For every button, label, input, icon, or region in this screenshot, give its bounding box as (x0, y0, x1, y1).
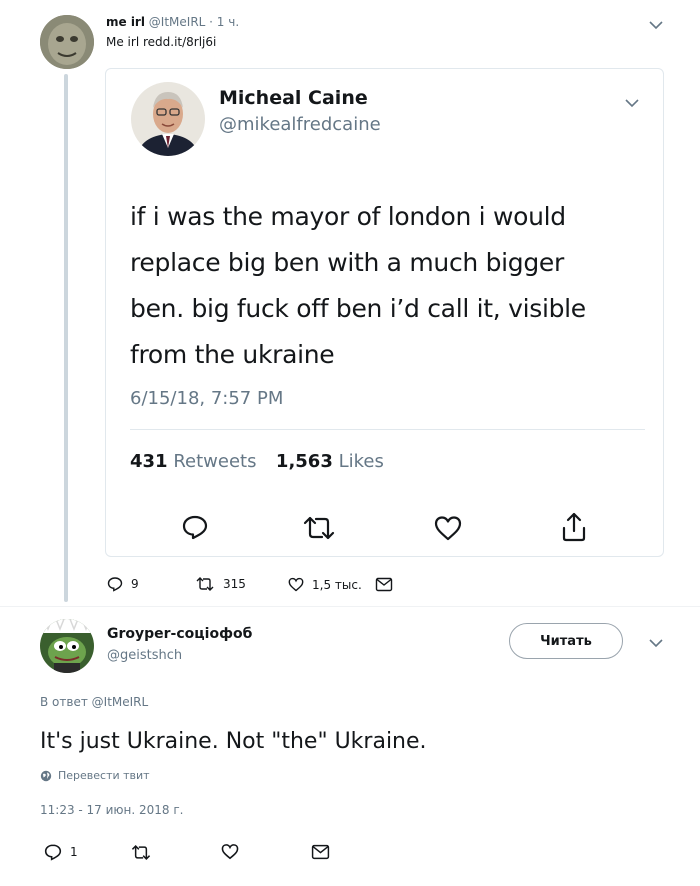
quoted-name[interactable]: Micheal Caine (219, 87, 368, 109)
tweet-separator (0, 606, 700, 607)
avatar-portrait-icon (131, 82, 205, 156)
avatar-me-irl[interactable] (40, 15, 94, 69)
reply-action[interactable]: 9 (107, 576, 139, 592)
quoted-text-line: ben. big fuck off ben i’d call it, visib… (130, 294, 586, 323)
chevron-down-icon[interactable] (648, 637, 664, 649)
tweet2-name[interactable]: Groyper-соціофоб (107, 626, 252, 642)
like-icon[interactable] (221, 843, 239, 860)
like-icon[interactable] (433, 514, 463, 542)
reply-to-handle[interactable]: @ItMeIRL (92, 695, 149, 709)
reply-to: В ответ @ItMeIRL (40, 695, 148, 709)
handle-time[interactable]: @ItMeIRL · 1 ч. (149, 15, 239, 29)
reply-to-prefix: В ответ (40, 695, 88, 709)
likes-label[interactable]: Likes (339, 451, 384, 472)
tweet2-handle[interactable]: @geistshch (107, 648, 182, 663)
tweet1-text: Me irl redd.it/8rlj6i (106, 35, 217, 49)
translate-label: Перевести твит (58, 769, 150, 782)
reply-icon (107, 577, 123, 592)
quoted-text-line: if i was the mayor of london i would (130, 202, 566, 231)
quoted-divider (130, 429, 645, 430)
tweet1-header: me irl @ItMeIRL · 1 ч. (106, 15, 239, 29)
quoted-stats: 431 Retweets 1,563 Likes (130, 451, 384, 472)
reply-icon[interactable] (181, 513, 209, 541)
avatar-frog-icon (40, 619, 94, 673)
reply-count: 1 (70, 845, 78, 859)
retweet-count: 315 (223, 577, 246, 591)
chevron-down-icon[interactable] (624, 97, 640, 109)
retweets-label[interactable]: Retweets (173, 451, 256, 472)
chevron-down-icon[interactable] (648, 19, 664, 31)
like-action[interactable]: 1,5 тыс. (288, 577, 362, 592)
retweet-icon[interactable] (301, 515, 337, 541)
quoted-handle[interactable]: @mikealfredcaine (219, 114, 381, 135)
quoted-text-line: from the ukraine (130, 340, 335, 369)
retweet-icon[interactable] (130, 845, 152, 860)
avatar-groyper[interactable] (40, 619, 94, 673)
tweet2-timestamp[interactable]: 11:23 - 17 июн. 2018 г. (40, 803, 183, 817)
reply-action[interactable]: 1 (44, 843, 78, 861)
translate-link[interactable]: Перевести твит (40, 769, 150, 782)
globe-icon (40, 770, 52, 781)
display-name[interactable]: me irl (106, 15, 145, 29)
like-icon (288, 577, 304, 592)
retweet-action[interactable]: 315 (195, 577, 246, 591)
avatar-micheal-caine[interactable] (131, 82, 205, 156)
reply-count: 9 (131, 577, 139, 591)
message-icon[interactable] (311, 844, 330, 860)
message-icon[interactable] (375, 577, 393, 592)
thread-line (64, 74, 68, 602)
quoted-timestamp[interactable]: 6/15/18, 7:57 PM (130, 388, 283, 409)
likes-count[interactable]: 1,563 (276, 451, 333, 472)
reply-icon (44, 844, 62, 861)
avatar-face-icon (40, 15, 94, 69)
retweets-count[interactable]: 431 (130, 451, 168, 472)
tweet2-text: It's just Ukraine. Not "the" Ukraine. (40, 729, 427, 754)
follow-button[interactable]: Читать (509, 623, 623, 659)
quoted-text: if i was the mayor of london i would rep… (130, 194, 586, 378)
share-icon[interactable] (560, 511, 588, 543)
quoted-text-line: replace big ben with a much bigger (130, 248, 564, 277)
retweet-icon (196, 577, 214, 591)
like-count: 1,5 тыс. (312, 577, 362, 592)
